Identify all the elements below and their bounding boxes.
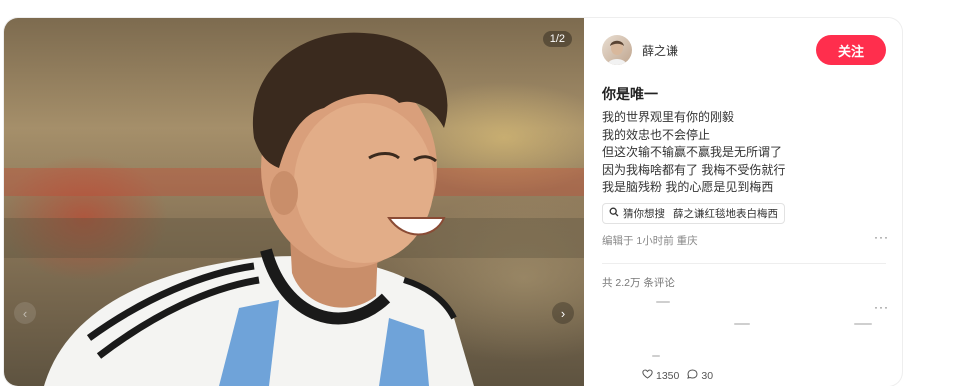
note-line: 我是脑残粉 我的心愿是见到梅西 bbox=[602, 180, 774, 194]
comment-count: 共 2.2万 条评论 bbox=[602, 277, 675, 289]
player-photo bbox=[4, 32, 584, 386]
comment-stats: 1350 30 bbox=[642, 369, 713, 382]
search-icon bbox=[609, 207, 619, 220]
blurred-comment-mark bbox=[734, 323, 750, 325]
author-name[interactable]: 薛之谦 bbox=[642, 42, 678, 59]
related-search-tag[interactable]: 猜你想搜 薛之谦红毯地表白梅西 bbox=[602, 203, 785, 224]
blurred-comment-mark bbox=[652, 355, 660, 357]
note-body: 我的世界观里有你的刚毅 我的效忠也不会停止 但这次输不输赢不赢我是无所谓了 因为… bbox=[602, 109, 785, 197]
divider bbox=[602, 263, 886, 264]
reply-stat[interactable]: 30 bbox=[687, 369, 713, 382]
note-title: 你是唯一 bbox=[602, 86, 658, 102]
more-options-icon[interactable]: ··· bbox=[874, 230, 889, 244]
more-options-icon[interactable]: ··· bbox=[874, 300, 889, 314]
follow-button[interactable]: 关注 bbox=[816, 35, 886, 65]
image-counter: 1/2 bbox=[542, 31, 572, 47]
like-count: 1350 bbox=[656, 369, 680, 382]
blurred-comment-mark bbox=[656, 301, 670, 303]
heart-icon bbox=[642, 369, 653, 382]
note-line: 我的世界观里有你的刚毅 bbox=[602, 110, 735, 124]
chevron-left-icon[interactable]: ‹ bbox=[14, 302, 36, 324]
note-line: 因为我梅啥都有了 我梅不受伤就行 bbox=[602, 162, 786, 177]
note-card: 1/2 ‹ › 薛之谦 关注 你是唯一 我的世界观里有你的刚毅 我的效忠也不会停… bbox=[4, 18, 902, 386]
blurred-comment-mark bbox=[854, 323, 872, 325]
author-row: 薛之谦 关注 bbox=[602, 34, 886, 66]
note-line: 我的效忠也不会停止 bbox=[602, 127, 711, 142]
search-tag-query: 薛之谦红毯地表白梅西 bbox=[673, 208, 778, 220]
reply-count: 30 bbox=[701, 369, 714, 382]
search-tag-prefix: 猜你想搜 bbox=[623, 208, 665, 220]
avatar[interactable] bbox=[602, 35, 632, 65]
chevron-right-icon[interactable]: › bbox=[552, 302, 574, 324]
edit-meta: 编辑于 1小时前 重庆 bbox=[602, 235, 698, 247]
note-detail-panel: 薛之谦 关注 你是唯一 我的世界观里有你的刚毅 我的效忠也不会停止 但这次输不输… bbox=[584, 18, 902, 386]
post-image[interactable]: 1/2 ‹ › bbox=[4, 18, 584, 386]
note-line: 但这次输不输赢不赢我是无所谓了 bbox=[602, 145, 783, 159]
comment-icon bbox=[687, 369, 698, 382]
like-stat[interactable]: 1350 bbox=[642, 369, 679, 382]
